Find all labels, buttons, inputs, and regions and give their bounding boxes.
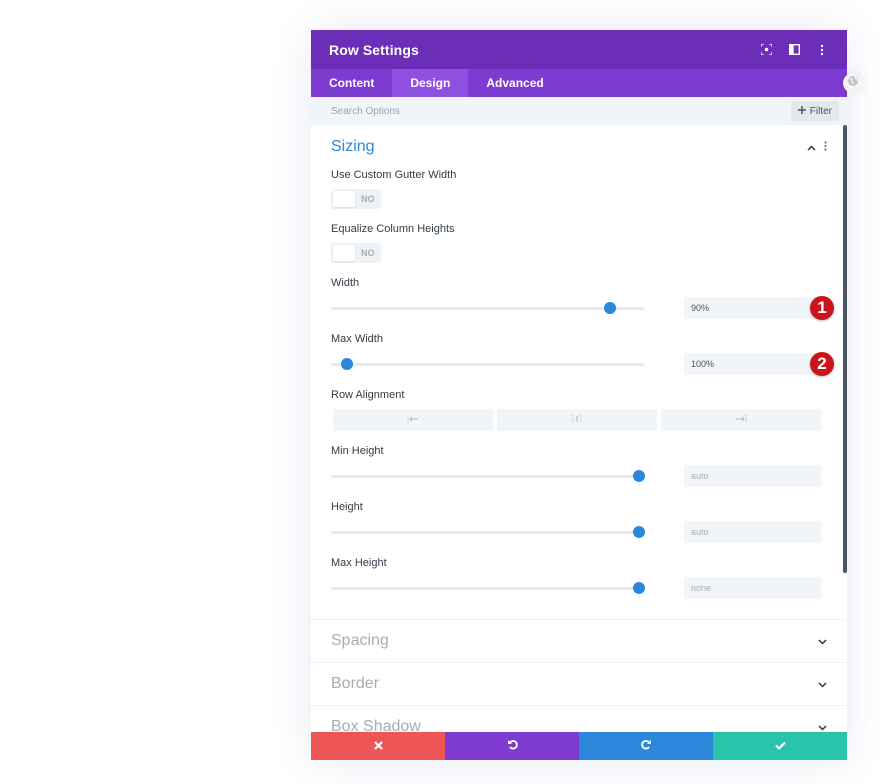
row-alignment-group	[333, 409, 827, 431]
undo-icon	[507, 739, 518, 753]
field-height: Height	[331, 501, 827, 543]
width-slider[interactable]	[331, 301, 644, 314]
toggle-value: NO	[361, 248, 375, 258]
tab-bar: Content Design Advanced	[311, 69, 847, 97]
min-height-slider[interactable]	[331, 469, 646, 482]
toggle-value: NO	[361, 194, 375, 204]
align-center-icon	[571, 414, 583, 426]
section-sizing: Sizing Use Custom Gutter Width NO Equali…	[311, 125, 847, 620]
field-max-height: Max Height	[331, 557, 827, 599]
field-label: Width	[331, 277, 360, 289]
more-vertical-icon[interactable]	[815, 43, 829, 57]
min-height-input[interactable]	[684, 465, 821, 487]
redo-button[interactable]	[579, 732, 713, 760]
chevron-down-icon[interactable]	[818, 675, 827, 693]
section-title: Sizing	[331, 138, 375, 155]
settings-body: Sizing Use Custom Gutter Width NO Equali…	[311, 125, 847, 760]
redo-icon	[640, 739, 652, 753]
max-height-slider[interactable]	[331, 581, 646, 594]
section-sizing-header[interactable]: Sizing	[331, 137, 827, 157]
globe-icon	[847, 74, 859, 92]
slider-thumb[interactable]	[633, 525, 646, 538]
chevron-down-icon[interactable]	[818, 632, 827, 650]
toggle-knob	[333, 245, 355, 261]
section-border[interactable]: Border	[311, 663, 847, 706]
custom-gutter-toggle[interactable]: NO	[331, 189, 381, 209]
height-input[interactable]	[684, 521, 821, 543]
chevron-up-icon[interactable]	[807, 138, 816, 156]
filter-label: Filter	[809, 105, 832, 117]
tab-content[interactable]: Content	[311, 69, 392, 97]
fullscreen-icon[interactable]	[759, 43, 773, 57]
width-input[interactable]	[684, 297, 821, 319]
equalize-columns-toggle[interactable]: NO	[331, 243, 381, 263]
filter-button[interactable]: Filter	[790, 101, 839, 121]
split-view-icon[interactable]	[787, 43, 801, 57]
check-icon	[774, 739, 786, 753]
section-spacing[interactable]: Spacing	[311, 620, 847, 663]
search-input[interactable]	[331, 105, 791, 117]
slider-thumb[interactable]	[603, 301, 616, 314]
row-settings-modal: Row Settings Content Design Advanced Fil…	[311, 30, 847, 760]
modal-title: Row Settings	[329, 41, 419, 58]
align-center-button[interactable]	[497, 409, 657, 431]
slider-thumb[interactable]	[633, 581, 646, 594]
field-label: Use Custom Gutter Width	[331, 169, 457, 181]
max-width-slider[interactable]	[331, 357, 644, 370]
field-label: Min Height	[331, 445, 384, 457]
toggle-knob	[333, 191, 355, 207]
field-min-height: Min Height	[331, 445, 827, 487]
section-title: Border	[331, 675, 380, 692]
height-slider[interactable]	[331, 525, 646, 538]
modal-footer	[311, 732, 847, 760]
field-row-alignment: Row Alignment	[331, 389, 827, 431]
plus-icon	[797, 105, 806, 117]
tab-design[interactable]: Design	[392, 69, 469, 97]
tab-advanced[interactable]: Advanced	[468, 69, 561, 97]
discard-button[interactable]	[311, 732, 445, 760]
undo-button[interactable]	[445, 732, 579, 760]
search-bar: Filter	[311, 97, 847, 125]
align-left-button[interactable]	[333, 409, 493, 431]
section-title: Spacing	[331, 632, 389, 649]
slider-thumb[interactable]	[633, 469, 646, 482]
annotation-badge-1: 1	[810, 296, 834, 320]
field-label: Equalize Column Heights	[331, 223, 455, 235]
field-equalize-columns: Equalize Column Heights NO	[331, 223, 827, 263]
field-width: Width 1	[331, 277, 834, 320]
save-button[interactable]	[713, 732, 847, 760]
max-width-input[interactable]	[684, 353, 821, 375]
align-right-icon	[735, 414, 747, 426]
max-height-input[interactable]	[684, 577, 821, 599]
field-label: Row Alignment	[331, 389, 405, 401]
annotation-badge-2: 2	[810, 352, 834, 376]
more-vertical-icon[interactable]	[824, 138, 827, 156]
align-right-button[interactable]	[661, 409, 821, 431]
field-custom-gutter: Use Custom Gutter Width NO	[331, 169, 827, 209]
modal-header: Row Settings	[311, 30, 847, 69]
field-max-width: Max Width 2	[331, 333, 834, 376]
field-label: Max Width	[331, 333, 383, 345]
settings-float-button[interactable]	[843, 73, 863, 93]
slider-thumb[interactable]	[340, 357, 353, 370]
field-label: Max Height	[331, 557, 387, 569]
close-icon	[373, 739, 383, 753]
field-label: Height	[331, 501, 363, 513]
align-left-icon	[407, 414, 419, 426]
